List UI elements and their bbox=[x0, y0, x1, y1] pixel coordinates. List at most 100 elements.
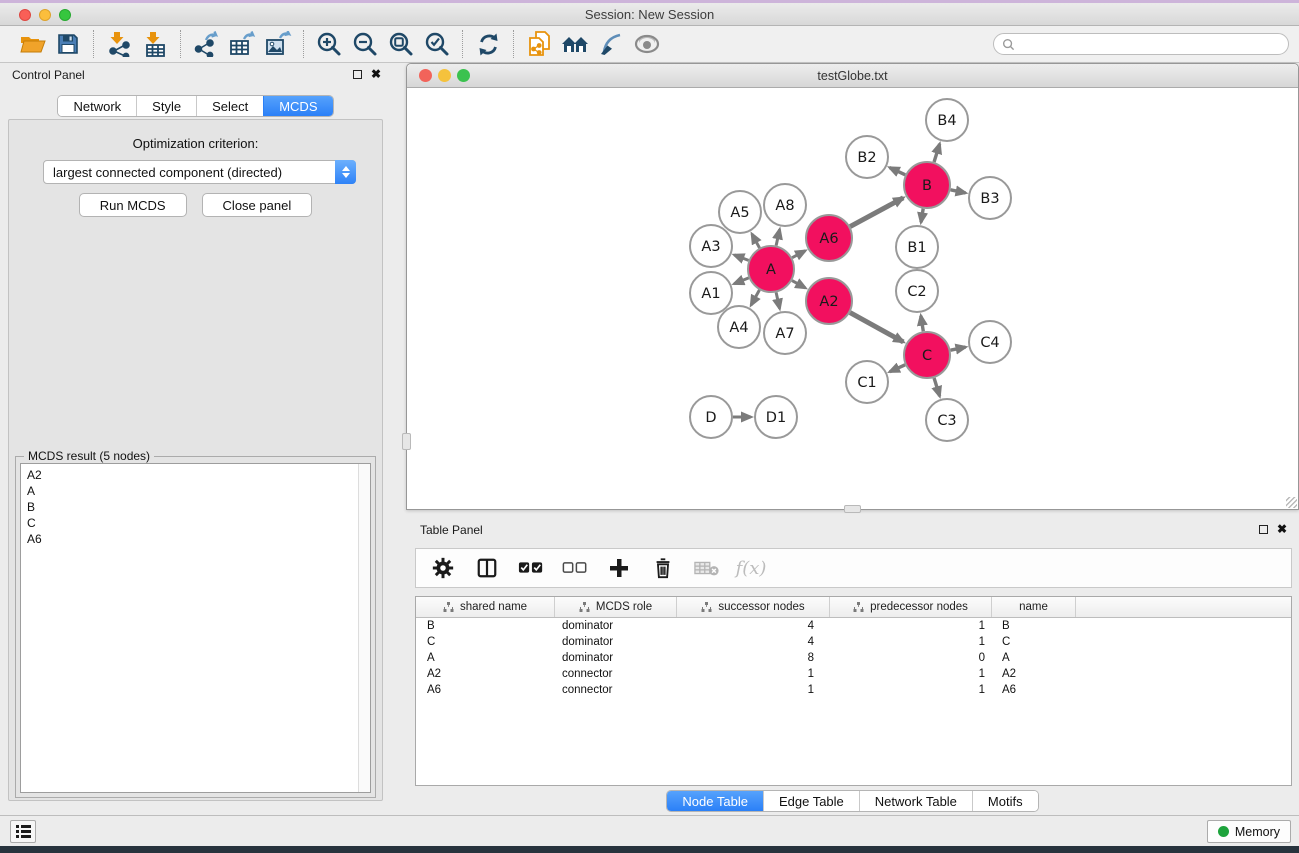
mcds-result-list[interactable]: A2 A B C A6 bbox=[20, 463, 371, 793]
list-item[interactable]: C bbox=[27, 515, 370, 531]
save-session-button[interactable] bbox=[50, 28, 86, 60]
tab-network-table[interactable]: Network Table bbox=[859, 791, 972, 811]
table-panel-tabs: Node Table Edge Table Network Table Moti… bbox=[666, 790, 1038, 812]
network-view-title: testGlobe.txt bbox=[407, 69, 1298, 83]
zoom-in-button[interactable] bbox=[311, 28, 347, 60]
tab-select[interactable]: Select bbox=[196, 96, 263, 116]
tab-motifs[interactable]: Motifs bbox=[972, 791, 1038, 811]
list-item[interactable]: A6 bbox=[27, 531, 370, 547]
graph-edge-A-A7[interactable] bbox=[776, 292, 780, 308]
graph-edge-A2-C[interactable] bbox=[850, 313, 903, 342]
column-header-successor-nodes[interactable]: successor nodes bbox=[677, 597, 830, 617]
memory-button[interactable]: Memory bbox=[1207, 820, 1291, 843]
graph-edge-C-C4[interactable] bbox=[951, 347, 966, 350]
divider-grabber-left[interactable] bbox=[402, 433, 411, 450]
graph-edge-A-A1[interactable] bbox=[734, 278, 749, 284]
refresh-icon bbox=[476, 32, 501, 57]
float-panel-icon[interactable] bbox=[1259, 525, 1268, 534]
graph-edge-B-B4[interactable] bbox=[934, 144, 940, 162]
show-log-button[interactable] bbox=[10, 820, 36, 843]
divider-grabber-bottom[interactable] bbox=[844, 505, 861, 513]
column-header-name[interactable]: name bbox=[992, 597, 1076, 617]
zoom-selected-button[interactable] bbox=[419, 28, 455, 60]
table-row[interactable]: C dominator 4 1 C bbox=[416, 634, 1291, 650]
graph-edge-A-A6[interactable] bbox=[792, 251, 805, 258]
select-all-columns-button[interactable] bbox=[516, 553, 546, 583]
import-table-button[interactable] bbox=[137, 28, 173, 60]
export-table-button[interactable] bbox=[224, 28, 260, 60]
export-image-button[interactable] bbox=[260, 28, 296, 60]
graph-edge-C-C1[interactable] bbox=[890, 365, 905, 372]
refresh-layout-button[interactable] bbox=[470, 28, 506, 60]
tab-network[interactable]: Network bbox=[58, 96, 136, 116]
delete-column-button[interactable] bbox=[648, 553, 678, 583]
show-column-panel-button[interactable] bbox=[472, 553, 502, 583]
column-header-predecessor-nodes[interactable]: predecessor nodes bbox=[830, 597, 992, 617]
zoom-out-button[interactable] bbox=[347, 28, 383, 60]
window-resize-grip[interactable] bbox=[1286, 497, 1297, 508]
list-item[interactable]: A bbox=[27, 483, 370, 499]
graph-edge-A6-B[interactable] bbox=[850, 198, 903, 227]
table-row[interactable]: A dominator 8 0 A bbox=[416, 650, 1291, 666]
float-panel-icon[interactable] bbox=[353, 70, 362, 79]
list-item[interactable]: A2 bbox=[27, 467, 370, 483]
search-field[interactable] bbox=[993, 33, 1289, 55]
search-input[interactable] bbox=[1015, 37, 1280, 51]
graph-node-label: A bbox=[766, 262, 776, 278]
table-settings-button[interactable] bbox=[428, 553, 458, 583]
mcds-result-groupbox: MCDS result (5 nodes) A2 A B C A6 bbox=[15, 456, 376, 798]
graph-edge-A-A8[interactable] bbox=[776, 229, 780, 245]
import-network-button[interactable] bbox=[101, 28, 137, 60]
document-network-icon bbox=[526, 30, 552, 58]
function-builder-button[interactable]: f(x) bbox=[736, 553, 766, 583]
network-window-titlebar[interactable]: testGlobe.txt bbox=[407, 64, 1298, 88]
graph-edge-C-C2[interactable] bbox=[921, 316, 923, 332]
export-table-icon bbox=[228, 31, 256, 57]
tab-edge-table[interactable]: Edge Table bbox=[763, 791, 859, 811]
network-canvas[interactable]: B4B2BB3A8A5A6A3B1AC2A1A2A4A7C4CC1C3DD1 bbox=[407, 88, 1298, 509]
graph-edge-A-A2[interactable] bbox=[792, 281, 805, 288]
table-row[interactable]: A6 connector 1 1 A6 bbox=[416, 682, 1291, 698]
run-mcds-button[interactable]: Run MCDS bbox=[79, 193, 187, 217]
close-panel-icon[interactable]: ✖ bbox=[1277, 523, 1287, 535]
table-row[interactable]: A2 connector 1 1 A2 bbox=[416, 666, 1291, 682]
graph-edge-A-A5[interactable] bbox=[752, 234, 760, 248]
graph-node-label: A7 bbox=[775, 326, 794, 342]
zoom-fit-button[interactable] bbox=[383, 28, 419, 60]
export-network-icon bbox=[193, 31, 219, 57]
graph-edge-B-B2[interactable] bbox=[890, 168, 906, 175]
new-session-from-selection-button[interactable] bbox=[521, 28, 557, 60]
table-row[interactable]: B dominator 4 1 B bbox=[416, 618, 1291, 634]
list-item[interactable]: B bbox=[27, 499, 370, 515]
paint-style-button[interactable] bbox=[593, 28, 629, 60]
create-column-button[interactable] bbox=[604, 553, 634, 583]
delete-table-button[interactable] bbox=[692, 553, 722, 583]
column-header-shared-name[interactable]: shared name bbox=[416, 597, 555, 617]
optimization-criterion-value: largest connected component (directed) bbox=[44, 165, 335, 180]
graph-node-label: D bbox=[705, 410, 716, 426]
column-header-mcds-role[interactable]: MCDS role bbox=[555, 597, 677, 617]
graph-node-label: C4 bbox=[980, 335, 999, 351]
list-scrollbar[interactable] bbox=[358, 464, 370, 792]
network-graph[interactable]: B4B2BB3A8A5A6A3B1AC2A1A2A4A7C4CC1C3DD1 bbox=[407, 88, 1298, 509]
unselect-all-columns-button[interactable] bbox=[560, 553, 590, 583]
export-network-button[interactable] bbox=[188, 28, 224, 60]
graph-edge-A-A4[interactable] bbox=[751, 290, 759, 305]
open-session-button[interactable] bbox=[14, 28, 50, 60]
graph-node-label: A8 bbox=[775, 198, 794, 214]
show-graphics-details-button[interactable] bbox=[629, 28, 665, 60]
graph-edge-A-A3[interactable] bbox=[734, 255, 748, 260]
tab-mcds[interactable]: MCDS bbox=[263, 96, 332, 116]
graph-edge-B-B1[interactable] bbox=[921, 209, 923, 223]
optimization-criterion-select[interactable]: largest connected component (directed) bbox=[43, 160, 356, 184]
tab-node-table[interactable]: Node Table bbox=[667, 791, 763, 811]
mcds-tab-content: Optimization criterion: largest connecte… bbox=[8, 119, 383, 801]
checked-boxes-icon bbox=[518, 561, 544, 575]
graph-edge-B-B3[interactable] bbox=[951, 190, 966, 193]
close-panel-button[interactable]: Close panel bbox=[202, 193, 313, 217]
close-panel-icon[interactable]: ✖ bbox=[371, 68, 381, 80]
first-neighbors-button[interactable] bbox=[557, 28, 593, 60]
paint-brush-icon bbox=[598, 31, 624, 57]
tab-style[interactable]: Style bbox=[136, 96, 196, 116]
graph-edge-C-C3[interactable] bbox=[934, 378, 940, 396]
